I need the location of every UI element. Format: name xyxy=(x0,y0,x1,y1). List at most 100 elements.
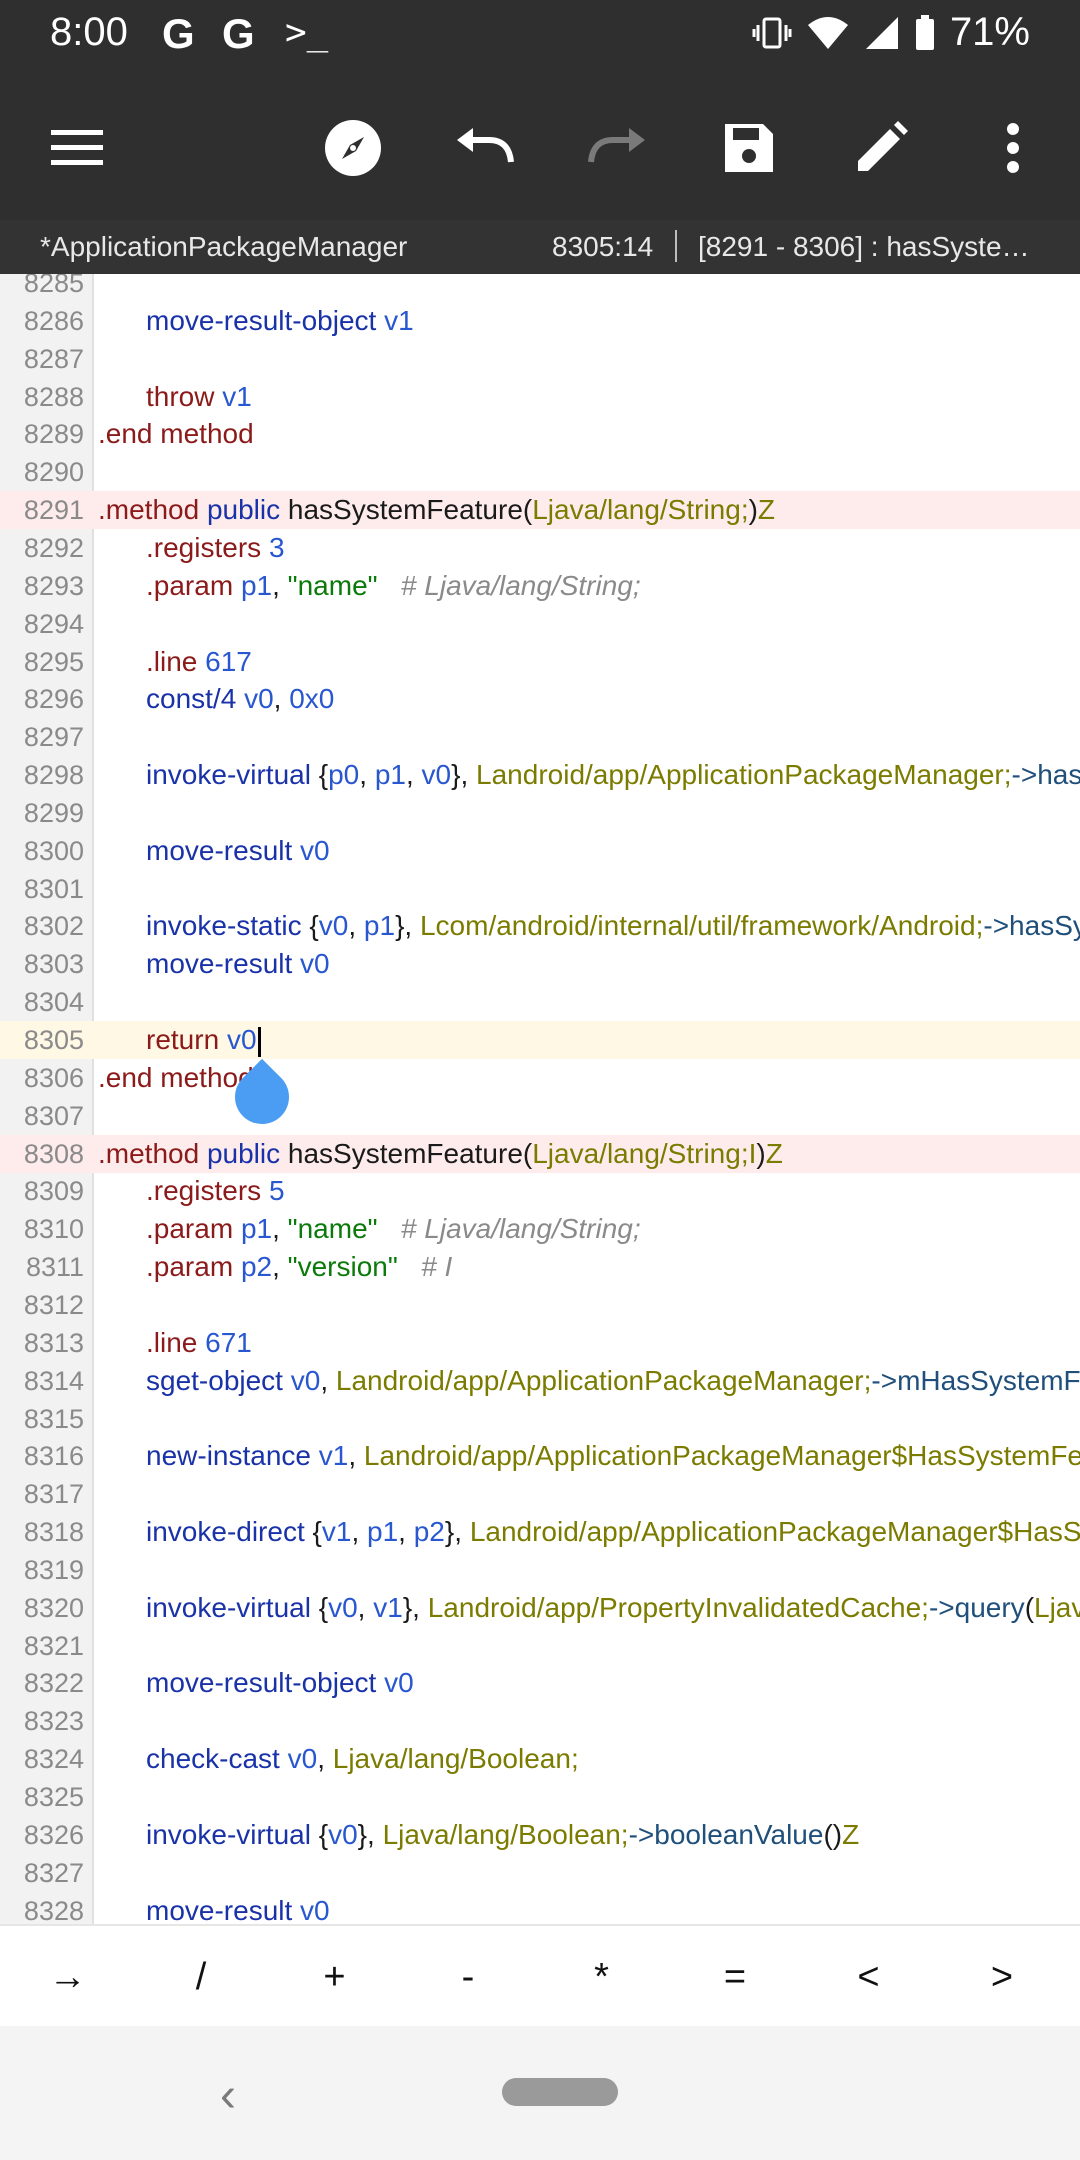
wifi-icon xyxy=(807,16,848,49)
back-chevron-icon[interactable]: ‹ xyxy=(220,2068,236,2123)
code-line[interactable]: 8288 throw v1 xyxy=(0,378,1080,416)
code-line[interactable]: 8293 .param p1, "name" # Ljava/lang/Strin… xyxy=(0,567,1080,605)
code-line[interactable]: 8303 move-result v0 xyxy=(0,945,1080,983)
code-token: ->hasSystemFeature xyxy=(983,910,1080,942)
code-line[interactable]: 8285 xyxy=(0,274,1080,302)
code-token: v0 xyxy=(300,834,330,866)
code-token: new-instance xyxy=(146,1440,311,1472)
code-line[interactable]: 8306 .end method xyxy=(0,1059,1080,1097)
code-editor[interactable]: 8285 8286 move-result-object v1 8287 8288 thr… xyxy=(0,274,1080,1924)
code-token: , xyxy=(317,1743,333,1775)
code-token: }, xyxy=(444,1516,470,1548)
code-line[interactable]: 8321 xyxy=(0,1627,1080,1665)
symbol-key[interactable]: - xyxy=(401,1926,536,2028)
code-line[interactable]: 8309 .registers 5 xyxy=(0,1172,1080,1210)
line-number: 8317 xyxy=(23,1479,84,1510)
symbol-key[interactable]: / xyxy=(134,1926,269,2028)
battery-percent: 71% xyxy=(949,10,1030,54)
code-line[interactable]: 8312 xyxy=(0,1286,1080,1324)
redo-icon xyxy=(588,128,645,163)
code-line[interactable]: 8327 xyxy=(0,1854,1080,1892)
code-line[interactable]: 8313 .line 671 xyxy=(0,1324,1080,1362)
code-text: move-result v0 xyxy=(146,832,330,870)
code-line[interactable]: 8315 xyxy=(0,1400,1080,1438)
code-token: 671 xyxy=(205,1326,252,1358)
code-token: p1 xyxy=(240,1213,273,1245)
code-line[interactable]: 8328 move-result v0 xyxy=(0,1892,1080,1924)
code-token: , xyxy=(320,1364,336,1396)
code-line[interactable]: 8310 .param p1, "name" # Ljava/lang/Strin… xyxy=(0,1210,1080,1248)
code-line[interactable]: 8307 xyxy=(0,1097,1080,1135)
menu-button[interactable] xyxy=(44,115,110,181)
code-line[interactable]: 8326 invoke-virtual {v0}, Ljava/lang/Bool… xyxy=(0,1816,1080,1854)
code-token: v1 xyxy=(373,1591,403,1623)
code-line[interactable]: 8314 sget-object v0, Landroid/app/Applica… xyxy=(0,1362,1080,1400)
code-line[interactable]: 8290 xyxy=(0,453,1080,491)
code-line[interactable]: 8305 return v0 xyxy=(0,1021,1080,1059)
symbol-key[interactable]: < xyxy=(801,1926,936,2028)
symbol-key[interactable]: * xyxy=(534,1926,669,2028)
code-line[interactable]: 8291 .method public hasSystemFeature(Ljav… xyxy=(0,491,1080,530)
code-line[interactable]: 8319 xyxy=(0,1551,1080,1589)
redo-button[interactable] xyxy=(584,115,650,181)
code-line[interactable]: 8316 new-instance v1, Landroid/app/Applic… xyxy=(0,1437,1080,1475)
code-line[interactable]: 8323 xyxy=(0,1702,1080,1740)
code-line[interactable]: 8302 invoke-static {v0, p1}, Lcom/android… xyxy=(0,907,1080,945)
symbol-key[interactable]: + xyxy=(267,1926,402,2028)
symbol-key-row: → / + - * = < > xyxy=(0,1924,1080,2028)
code-token: p1 xyxy=(240,569,273,601)
code-line[interactable]: 8318 invoke-direct {v1, p1, p2}, Landroid… xyxy=(0,1513,1080,1551)
line-number: 8308 xyxy=(23,1138,84,1169)
line-number: 8324 xyxy=(23,1744,84,1775)
code-line[interactable]: 8298 invoke-virtual {p0, p1, v0}, Landroi… xyxy=(0,756,1080,794)
code-line[interactable]: 8297 xyxy=(0,718,1080,756)
code-token: .param xyxy=(146,1251,234,1283)
code-line[interactable]: 8295 .line 617 xyxy=(0,643,1080,681)
code-token: v0 xyxy=(384,1667,414,1699)
code-token: , xyxy=(272,1251,288,1283)
code-text: move-result v0 xyxy=(146,1892,330,1924)
code-line[interactable]: 8320 invoke-virtual {v0, v1}, Landroid/ap… xyxy=(0,1589,1080,1627)
code-line[interactable]: 8294 xyxy=(0,605,1080,643)
code-token: move-result-object xyxy=(146,304,377,336)
code-line[interactable]: 8317 xyxy=(0,1475,1080,1513)
line-number: 8299 xyxy=(23,797,84,828)
symbol-key[interactable]: = xyxy=(668,1926,803,2028)
code-token: invoke-static xyxy=(146,910,302,942)
code-line[interactable]: 8296 const/4 v0, 0x0 xyxy=(0,680,1080,718)
code-line[interactable]: 8289 .end method xyxy=(0,415,1080,453)
navigate-button[interactable] xyxy=(320,115,386,181)
home-pill[interactable] xyxy=(502,2078,618,2106)
edit-button[interactable] xyxy=(848,115,914,181)
code-text: sget-object v0, Landroid/app/Application… xyxy=(146,1362,1080,1400)
more-options-button[interactable] xyxy=(980,115,1046,181)
code-token: .registers xyxy=(146,1175,262,1207)
code-line[interactable]: 8287 xyxy=(0,340,1080,378)
code-token: "name" xyxy=(287,1213,378,1245)
code-line[interactable]: 8311 .param p2, "version" # I xyxy=(0,1248,1080,1286)
code-line[interactable]: 8324 check-cast v0, Ljava/lang/Boolean; xyxy=(0,1740,1080,1778)
code-line[interactable]: 8301 xyxy=(0,870,1080,908)
code-line[interactable]: 8299 xyxy=(0,794,1080,832)
code-line[interactable]: 8292 .registers 3 xyxy=(0,529,1080,567)
code-token: v0 xyxy=(287,1743,318,1775)
code-line[interactable]: 8300 move-result v0 xyxy=(0,832,1080,870)
code-token: , xyxy=(351,1516,368,1548)
symbol-key[interactable]: → xyxy=(0,1926,135,2028)
code-token: Ljava/lang/Object; xyxy=(1034,1591,1080,1623)
code-line[interactable]: 8286 move-result-object v1 xyxy=(0,302,1080,340)
symbol-key[interactable]: > xyxy=(935,1926,1070,2028)
code-line[interactable]: 8304 xyxy=(0,983,1080,1021)
line-number: 8311 xyxy=(25,1252,84,1283)
save-button[interactable] xyxy=(716,115,782,181)
code-line[interactable]: 8322 move-result-object v0 xyxy=(0,1664,1080,1702)
undo-button[interactable] xyxy=(452,115,518,181)
code-line[interactable]: 8325 xyxy=(0,1778,1080,1816)
code-line[interactable]: 8308 .method public hasSystemFeature(Ljav… xyxy=(0,1134,1080,1173)
code-text: return v0 xyxy=(146,1021,261,1059)
